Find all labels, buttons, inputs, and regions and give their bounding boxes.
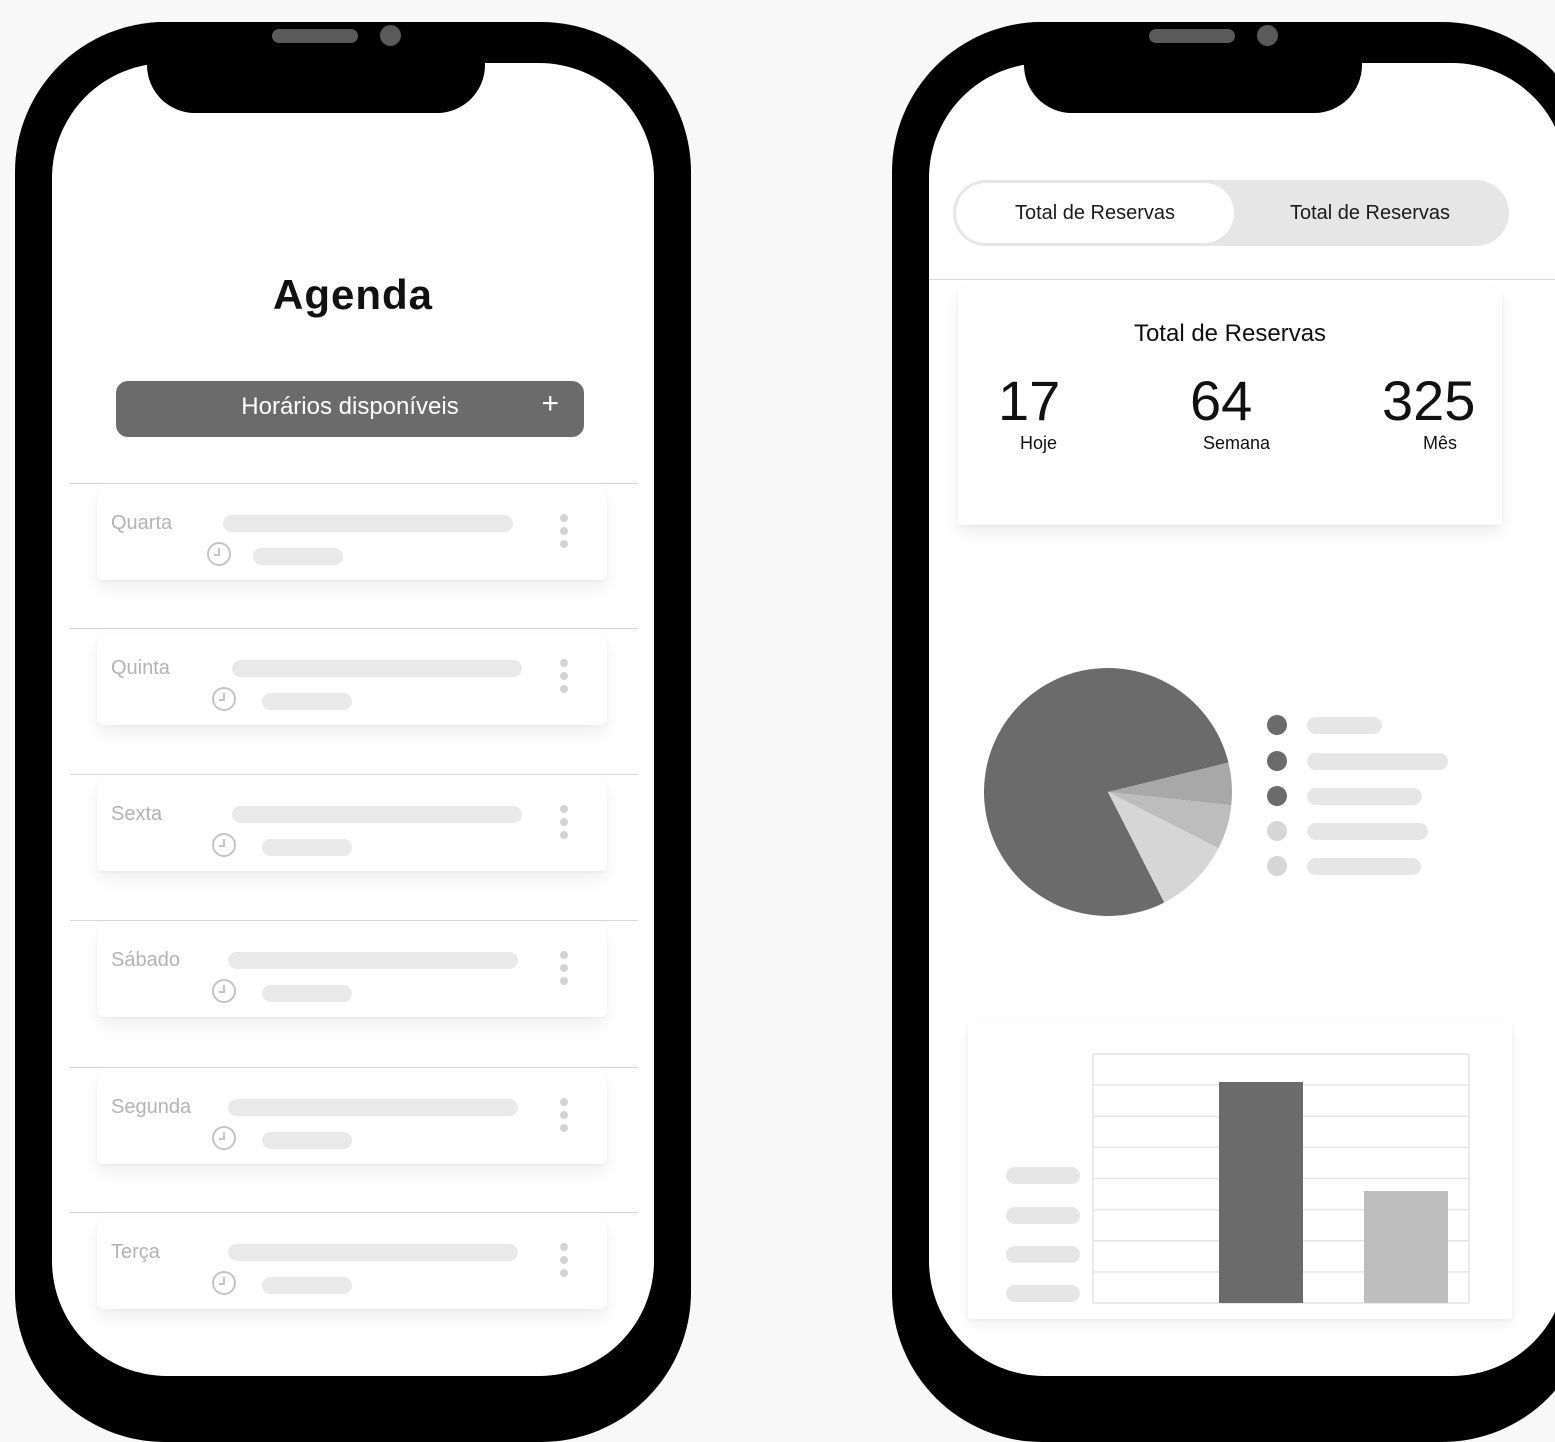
- speaker: [272, 29, 358, 43]
- view-toggle: Total de Reservas Total de Reservas: [953, 180, 1509, 246]
- more-options-icon[interactable]: [559, 1243, 569, 1279]
- bar: [1219, 1082, 1303, 1303]
- legend-item: [1267, 856, 1467, 876]
- day-row: Quinta: [70, 628, 638, 774]
- legend-label-placeholder: [1307, 717, 1382, 734]
- day-row: Sexta: [70, 774, 638, 920]
- pie-chart-svg: [984, 668, 1232, 916]
- total-reservas-card: Total de Reservas 17 Hoje 64 Semana 325 …: [958, 287, 1502, 525]
- pie-chart: [984, 668, 1232, 916]
- text-placeholder: [232, 806, 522, 823]
- stats-title: Total de Reservas: [1133, 320, 1327, 347]
- legend-item: [1267, 751, 1467, 771]
- page-title: Agenda: [272, 271, 433, 318]
- more-options-icon[interactable]: [559, 1098, 569, 1134]
- day-card[interactable]: Sexta: [97, 779, 607, 871]
- day-name: Terça: [111, 1241, 160, 1263]
- time-placeholder: [253, 548, 343, 565]
- bar-chart-svg: [1092, 1053, 1470, 1304]
- text-placeholder: [228, 1244, 518, 1261]
- day-card[interactable]: Quarta: [97, 488, 607, 580]
- y-axis-label-placeholder: [1006, 1285, 1080, 1302]
- phone-frame-dashboard: Total de Reservas Total de Reservas Tota…: [892, 22, 1555, 1442]
- divider: [929, 279, 1555, 280]
- week-label: Semana: [1203, 433, 1271, 453]
- time-placeholder: [262, 693, 352, 710]
- text-placeholder: [228, 1099, 518, 1116]
- legend-label-placeholder: [1307, 858, 1421, 875]
- legend-item: [1267, 715, 1467, 735]
- day-row: Segunda: [70, 1067, 638, 1213]
- notch: [147, 22, 485, 113]
- day-card[interactable]: Terça: [97, 1217, 607, 1309]
- camera: [380, 25, 401, 46]
- month-count: 325: [1382, 369, 1476, 432]
- toggle-option-total-reservas-1[interactable]: Total de Reservas: [956, 183, 1234, 243]
- y-axis-label-placeholder: [1006, 1167, 1080, 1184]
- more-options-icon[interactable]: [559, 805, 569, 841]
- day-card[interactable]: Segunda: [97, 1072, 607, 1164]
- legend-label-placeholder: [1307, 753, 1448, 770]
- text-placeholder: [232, 660, 522, 677]
- month-label: Mês: [1423, 433, 1458, 453]
- clock-icon: [212, 833, 236, 857]
- notch: [1024, 22, 1362, 113]
- legend-label-placeholder: [1307, 788, 1422, 805]
- agenda-screen: Agenda Horários disponíveis + Quarta Quin…: [52, 63, 654, 1376]
- time-placeholder: [262, 1132, 352, 1149]
- today-count: 17: [998, 369, 1061, 432]
- legend-dot: [1267, 856, 1287, 876]
- more-options-icon[interactable]: [559, 659, 569, 695]
- week-count: 64: [1190, 369, 1253, 432]
- legend-dot: [1267, 751, 1287, 771]
- day-card[interactable]: Sábado: [97, 925, 607, 1017]
- clock-icon: [212, 1126, 236, 1150]
- add-available-hours-button[interactable]: Horários disponíveis +: [116, 381, 584, 437]
- legend-dot: [1267, 786, 1287, 806]
- bar-chart-card: [968, 1021, 1512, 1319]
- plus-icon: +: [541, 387, 559, 420]
- text-placeholder: [228, 952, 518, 969]
- legend-dot: [1267, 821, 1287, 841]
- legend-item: [1267, 786, 1467, 806]
- y-axis-label-placeholder: [1006, 1207, 1080, 1224]
- camera: [1257, 25, 1278, 46]
- text-placeholder: [223, 515, 513, 532]
- add-available-hours-label: Horários disponíveis: [241, 393, 459, 420]
- day-name: Sexta: [111, 803, 163, 825]
- clock-icon: [212, 1271, 236, 1295]
- legend-dot: [1267, 715, 1287, 735]
- more-options-icon[interactable]: [559, 514, 569, 550]
- day-row: Quarta: [70, 483, 638, 629]
- phone-frame-agenda: Agenda Horários disponíveis + Quarta Quin…: [15, 22, 691, 1442]
- bar: [1364, 1190, 1448, 1303]
- time-placeholder: [262, 985, 352, 1002]
- toggle-option-total-reservas-2[interactable]: Total de Reservas: [1231, 183, 1509, 243]
- time-placeholder: [262, 839, 352, 856]
- day-name: Quinta: [111, 657, 170, 679]
- day-name: Segunda: [111, 1096, 192, 1118]
- day-name: Sábado: [111, 949, 180, 971]
- clock-icon: [207, 542, 231, 566]
- day-card[interactable]: Quinta: [97, 633, 607, 725]
- time-placeholder: [262, 1277, 352, 1294]
- today-label: Hoje: [1020, 433, 1058, 453]
- y-axis-label-placeholder: [1006, 1246, 1080, 1263]
- day-row: Terça: [70, 1212, 638, 1358]
- clock-icon: [212, 979, 236, 1003]
- legend-item: [1267, 821, 1467, 841]
- speaker: [1149, 29, 1235, 43]
- day-name: Quarta: [111, 512, 173, 534]
- clock-icon: [212, 687, 236, 711]
- dashboard-screen: Total de Reservas Total de Reservas Tota…: [929, 63, 1555, 1376]
- legend-label-placeholder: [1307, 823, 1428, 840]
- more-options-icon[interactable]: [559, 951, 569, 987]
- day-row: Sábado: [70, 920, 638, 1066]
